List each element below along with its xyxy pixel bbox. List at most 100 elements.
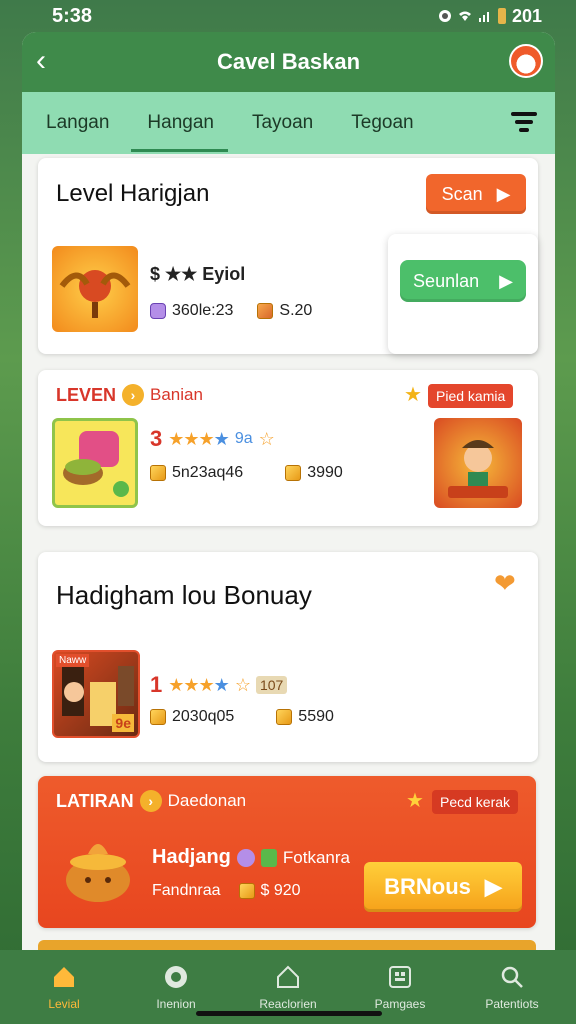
card-heading: LATIRAN › Daedonan — [56, 790, 246, 812]
star-rating: ★★★★ — [168, 428, 230, 449]
nav-item-patentiots[interactable]: Patentiots — [462, 963, 562, 1011]
rating-text: $ ★★ Eyiol — [150, 264, 246, 284]
game-thumbnail[interactable] — [434, 418, 522, 508]
stat-value: 3990 — [307, 464, 343, 481]
nav-item-reaclorien[interactable]: Reaclorien — [238, 963, 338, 1011]
stats-row: 360le:23 S.20 — [150, 302, 312, 320]
tab-tayoan[interactable]: Tayoan — [248, 104, 317, 142]
nav-item-pamgaes[interactable]: Pamgaes — [350, 963, 450, 1011]
nav-label: Inenion — [156, 997, 196, 1011]
promo-suffix: Fotkanra — [282, 847, 350, 867]
app-window: ‹ Cavel Baskan Langan Hangan Tayoan Tego… — [22, 32, 555, 950]
status-icons: 201 — [438, 6, 542, 27]
scan-button[interactable]: Scan ▶ — [426, 174, 526, 214]
heart-icon[interactable]: ❤ — [494, 568, 516, 599]
signal-icon — [478, 12, 489, 22]
nav-label: Reaclorien — [259, 997, 317, 1011]
scan-button-label: Scan — [441, 183, 483, 204]
promo-card[interactable]: LATIRAN › Daedonan ★ Pecd kerak Hadjang … — [38, 776, 536, 928]
card-title: Level Harigjan — [56, 180, 210, 207]
tab-langan[interactable]: Langan — [42, 104, 113, 142]
status-badge: Pied kamia — [428, 384, 514, 408]
card-title: Hadigham lou Bonuay — [56, 580, 312, 610]
rating-number: 3 — [150, 426, 163, 451]
rating-suffix: 107 — [255, 676, 288, 694]
bonus-button-label: BRNous — [384, 874, 471, 899]
arrow-badge-icon: › — [122, 384, 145, 406]
star-icon: ★ — [404, 384, 422, 406]
search-icon — [501, 966, 523, 988]
status-bar: 5:38 201 — [0, 0, 576, 32]
home-indicator[interactable] — [196, 1011, 382, 1016]
battery-text: 201 — [511, 5, 542, 26]
stats-row: 2030q05 5590 — [150, 708, 334, 726]
thumbnail-corner: 9e — [112, 714, 134, 732]
game-thumbnail[interactable] — [52, 246, 138, 332]
rating-line: 1 ★★★★ ☆ 107 — [150, 672, 288, 698]
promo-name: Hadjang — [152, 846, 231, 868]
filter-icon[interactable] — [511, 112, 537, 134]
pot-icon — [63, 431, 129, 497]
rating-number: 1 — [150, 672, 163, 697]
play-icon: ▶ — [496, 183, 511, 204]
status-time: 5:38 — [52, 4, 93, 27]
status-badge: Pecd kerak — [432, 790, 519, 814]
mascot-icon[interactable] — [509, 44, 543, 78]
page-title: Cavel Baskan — [216, 49, 361, 74]
heading-label: LATIRAN — [56, 790, 134, 811]
seunlan-button-label: Seunlan — [413, 270, 480, 291]
stat-value: S.20 — [279, 302, 313, 319]
nav-label: Patentiots — [485, 997, 539, 1011]
star-empty-icon: ☆ — [258, 428, 275, 449]
tab-bar: Langan Hangan Tayoan Tegoan — [22, 92, 555, 154]
alarm-icon — [438, 10, 451, 22]
level-card[interactable]: LEVEN › Banian ★ Pied kamia 3 ★★★★ 9a ☆ … — [38, 370, 538, 526]
heading-label: LEVEN — [56, 384, 117, 405]
gem-icon — [236, 848, 255, 867]
stat-value: 5590 — [298, 708, 334, 725]
subheading-label: Banian — [150, 385, 203, 404]
stats-row: 5n23aq46 3990 — [150, 464, 343, 482]
promo-sub: Fandnraa — [152, 882, 221, 899]
nav-item-levial[interactable]: Levial — [14, 963, 114, 1011]
coin-icon — [150, 465, 166, 481]
star-rating: ★★★★ — [168, 674, 230, 695]
arrow-badge-icon: › — [139, 790, 162, 812]
bonus-card[interactable]: Hadigham lou Bonuay ❤ Naww 9e 1 ★★★★ ☆ 1… — [38, 552, 538, 762]
grid-icon — [389, 966, 411, 988]
leaf-icon — [260, 848, 277, 867]
tab-hangan[interactable]: Hangan — [131, 104, 228, 152]
battery-icon — [497, 8, 506, 24]
game-thumbnail[interactable] — [52, 418, 138, 508]
app-header: ‹ Cavel Baskan — [22, 32, 555, 92]
promo-title: Hadjang Fotkanra — [152, 846, 350, 869]
tab-tegoan[interactable]: Tegoan — [347, 104, 417, 142]
nav-label: Pamgaes — [374, 997, 426, 1011]
star-empty-icon: ☆ — [234, 674, 251, 695]
nav-label: Levial — [48, 997, 80, 1011]
card-heading: LEVEN › Banian — [56, 384, 203, 406]
game-thumbnail[interactable]: Naww 9e — [52, 650, 140, 738]
coin-icon — [150, 709, 166, 725]
promo-price: $ 920 — [260, 882, 301, 899]
rating-line: $ ★★ Eyiol — [150, 264, 245, 285]
popup-panel: Seunlan ▶ — [388, 234, 538, 354]
nav-item-inenion[interactable]: Inenion — [126, 963, 226, 1011]
house-outline-icon — [277, 965, 299, 988]
gem-icon — [150, 303, 166, 319]
badge-icon — [257, 303, 274, 319]
play-icon: ▶ — [484, 874, 502, 899]
coin-icon — [285, 465, 302, 481]
bonus-button[interactable]: BRNous ▶ — [364, 862, 522, 912]
promo-price-row: Fandnraa $ 920 — [152, 882, 301, 900]
next-card-edge — [38, 940, 536, 950]
honey-pot-icon — [66, 844, 130, 902]
coin-icon — [238, 883, 255, 899]
rating-line: 3 ★★★★ 9a ☆ — [150, 426, 275, 452]
subheading-label: Daedonan — [167, 791, 247, 810]
star-icon: ★ — [406, 790, 424, 812]
emblem-icon — [59, 270, 131, 318]
stat-value: 360le:23 — [172, 302, 234, 319]
seunlan-button[interactable]: Seunlan ▶ — [400, 260, 526, 302]
chevron-left-icon[interactable]: ‹ — [36, 46, 46, 76]
